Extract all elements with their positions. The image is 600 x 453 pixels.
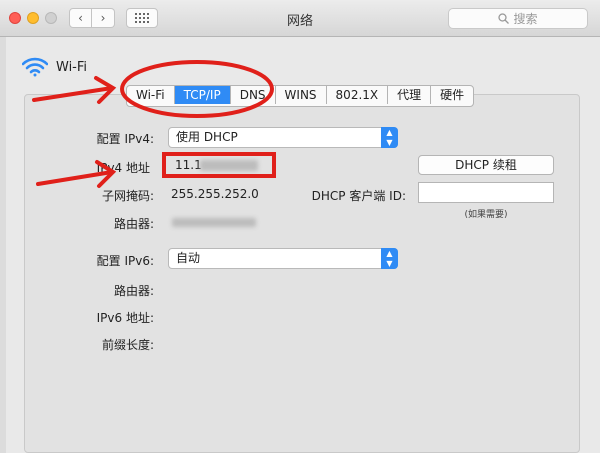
ipv6-router-label: 路由器: [113,284,154,298]
configure-ipv6-value: 自动 [176,251,201,265]
configure-ipv6-label: 配置 IPv6: [96,254,154,268]
tab-8021x[interactable]: 802.1X [327,86,389,104]
dhcp-client-id-input[interactable] [418,182,554,203]
wifi-icon [22,57,48,77]
prefix-length-label: 前缀长度: [101,338,154,352]
tab-tcpip[interactable]: TCP/IP [174,86,231,104]
tab-hardware[interactable]: 硬件 [431,86,473,104]
select-arrows-icon: ▲ ▼ [381,127,398,148]
tab-proxy[interactable]: 代理 [388,86,432,104]
configure-ipv6-select[interactable]: 自动 ▲ ▼ [168,248,398,269]
search-field[interactable]: 搜索 [448,8,588,29]
ipv4-address-label: IPv4 地址 [96,161,150,175]
ipv4-address-value: 11.1 [175,158,202,172]
subnet-mask-label: 子网掩码: [101,189,154,203]
service-name: Wi-Fi [56,59,88,75]
search-icon [498,13,510,24]
configure-ipv4-label: 配置 IPv4: [96,132,154,146]
dhcp-renew-button[interactable]: DHCP 续租 [418,155,554,175]
dhcp-client-id-label: DHCP 客户端 ID: [311,189,406,203]
blurred-router [172,218,256,227]
ipv4-router-label: 路由器: [113,217,154,231]
tab-wins[interactable]: WINS [276,86,327,104]
ipv6-address-label: IPv6 地址: [96,311,154,325]
service-header: Wi-Fi [22,57,87,77]
select-arrows-icon: ▲ ▼ [381,248,398,269]
dhcp-client-id-hint: (如果需要) [464,210,508,220]
configure-ipv4-select[interactable]: 使用 DHCP ▲ ▼ [168,127,398,148]
tab-bar: Wi-Fi TCP/IP DNS WINS 802.1X 代理 硬件 [126,85,475,107]
tab-dns[interactable]: DNS [231,86,276,104]
tab-wifi[interactable]: Wi-Fi [127,86,175,104]
subnet-mask-value: 255.255.252.0 [171,187,259,201]
title-bar: ‹ › 网络 搜索 [0,0,600,37]
blurred-address [200,160,258,171]
configure-ipv4-value: 使用 DHCP [176,130,238,144]
search-placeholder: 搜索 [513,12,538,26]
